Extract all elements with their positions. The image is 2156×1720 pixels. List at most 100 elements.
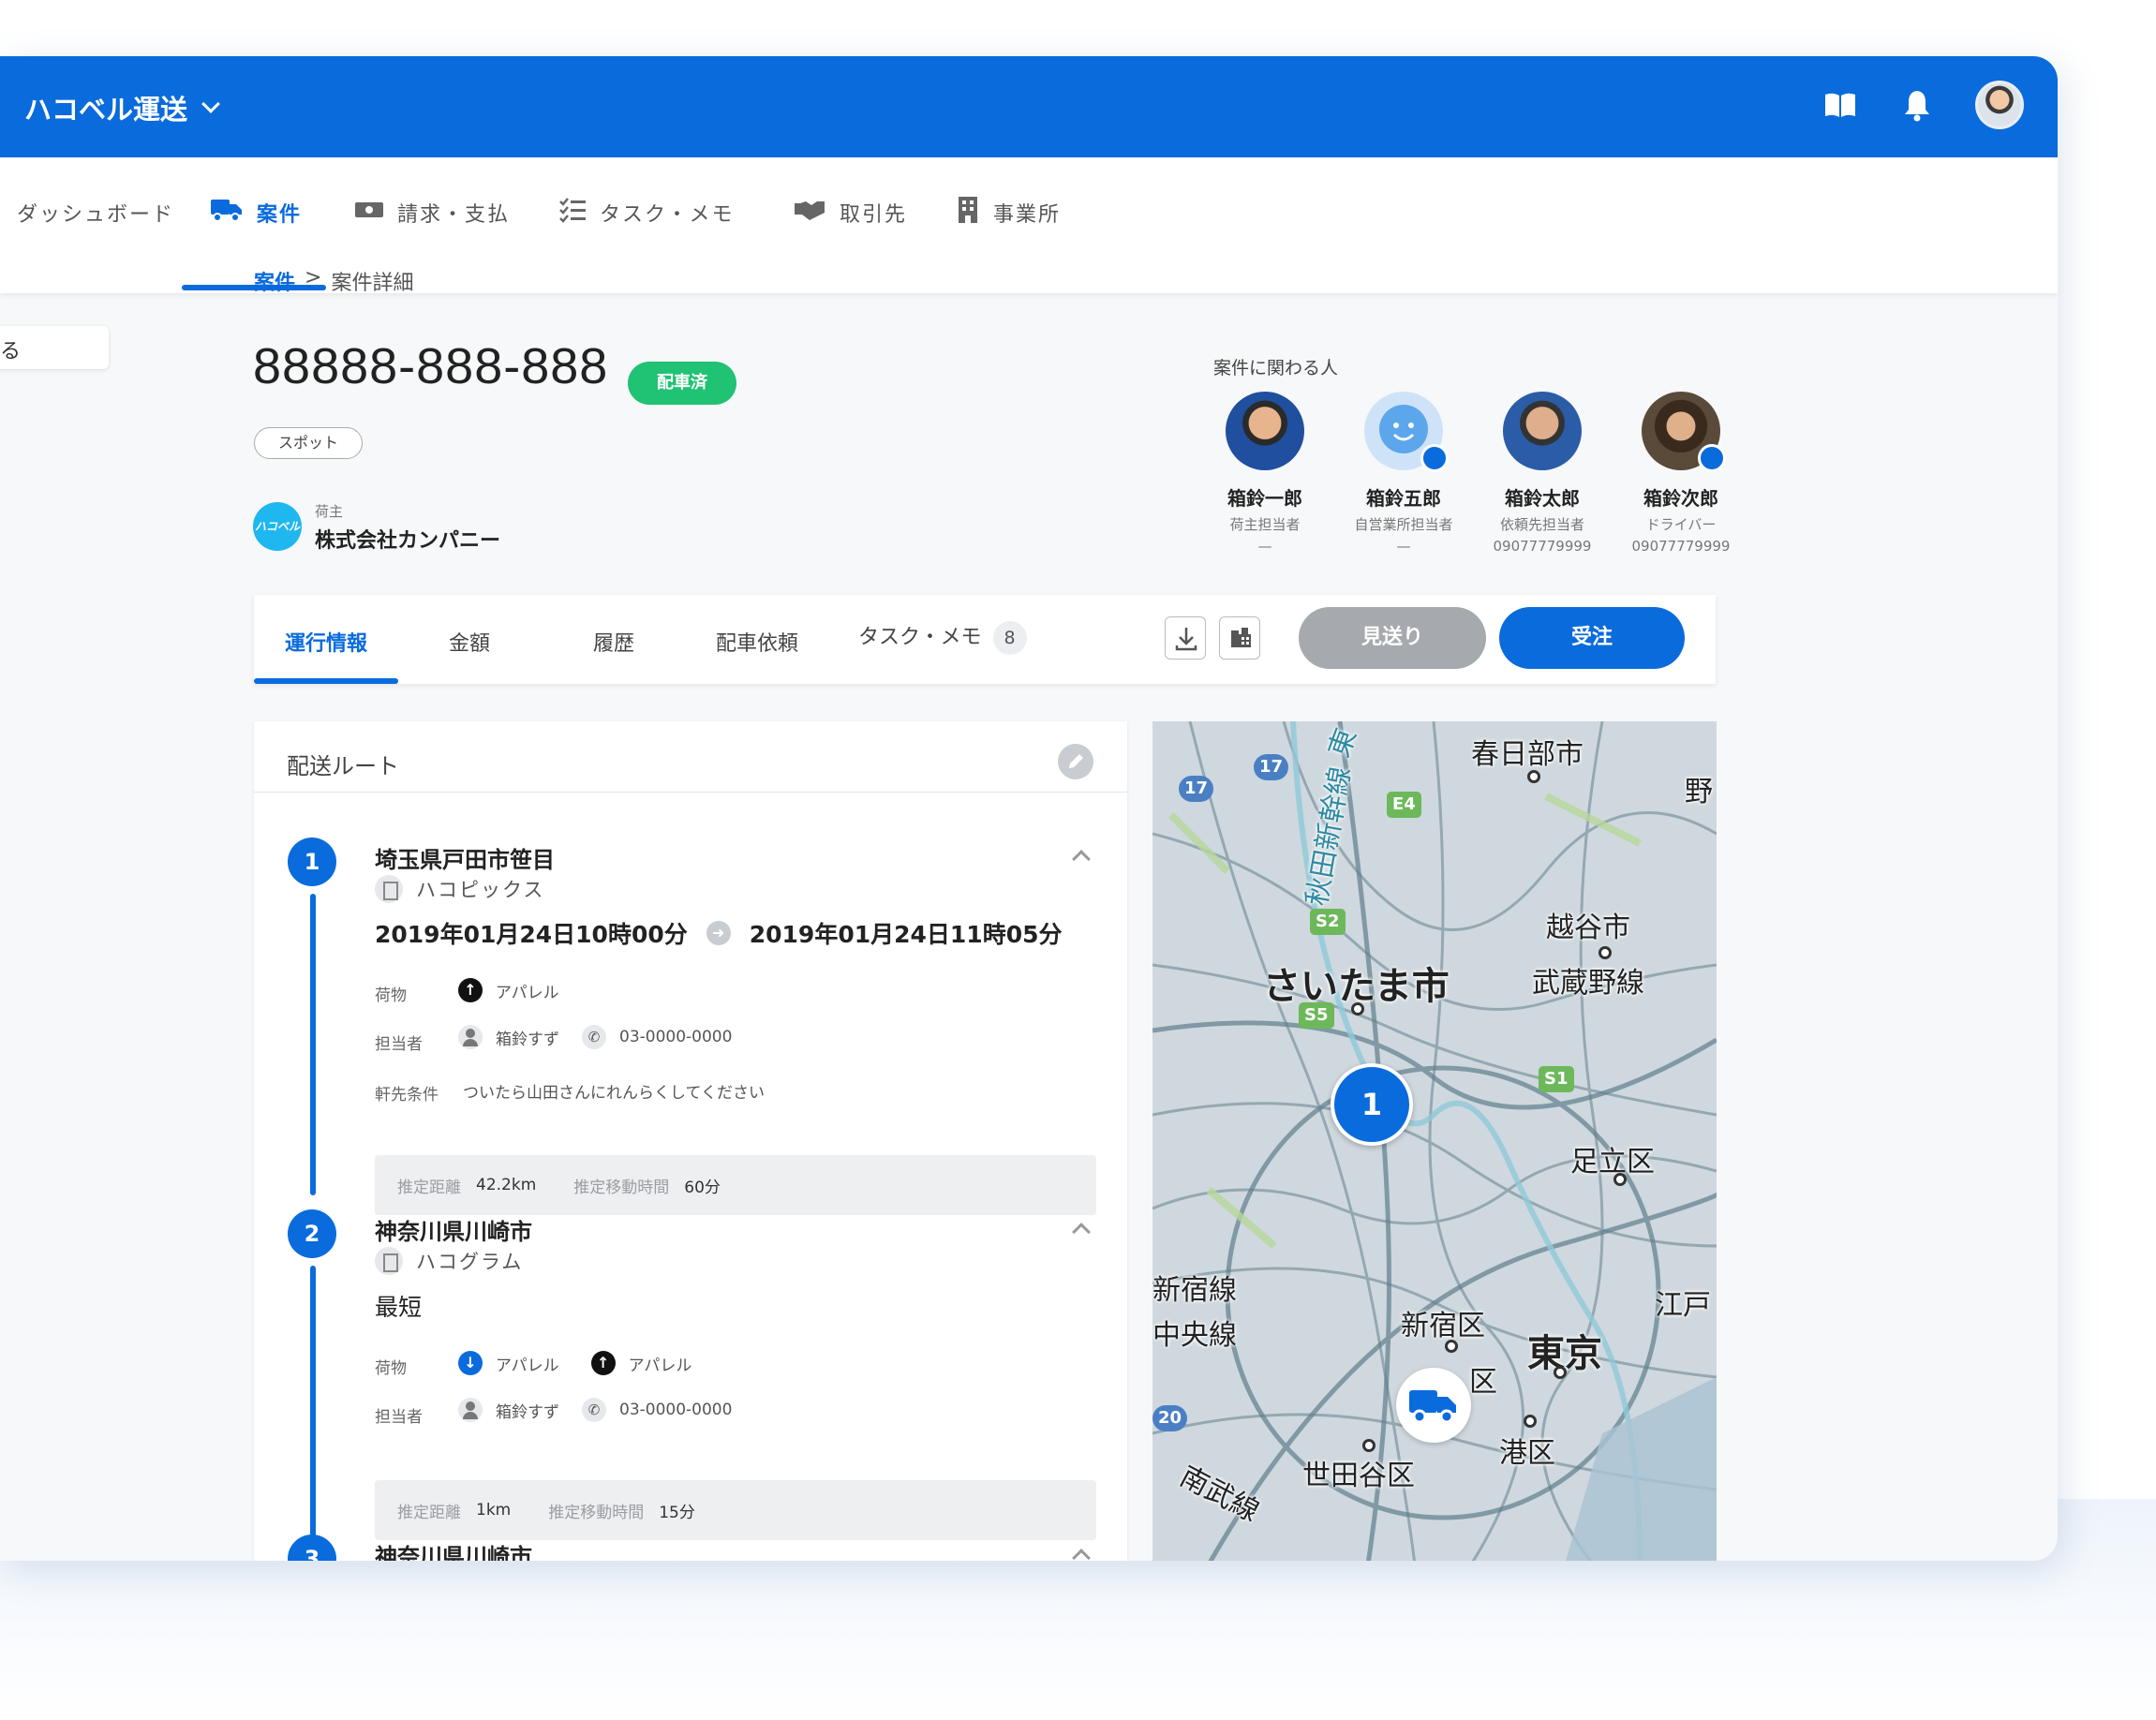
- duration-value: 15分: [659, 1503, 695, 1522]
- arrow-up-icon: ↑: [590, 1351, 616, 1375]
- stop-number-2: 2: [288, 1209, 336, 1258]
- person-name: 箱鈴太郎: [1505, 487, 1580, 510]
- route-shield: 17: [1179, 776, 1214, 802]
- person-role: ドライバー: [1645, 516, 1717, 533]
- person-shipper-staff[interactable]: 箱鈴一郎 荷主担当者 —: [1190, 392, 1340, 555]
- top-bar: ハコベル運送: [0, 56, 2058, 157]
- shipper-name[interactable]: 株式会社カンパニー: [315, 524, 500, 554]
- person-role: 依頼先担当者: [1499, 516, 1584, 533]
- distance-summary: 推定距離 42.2km 推定移動時間 60分: [375, 1155, 1096, 1215]
- stop-connector-line: [310, 1266, 316, 1541]
- company-name: ハコベル運送: [24, 94, 188, 126]
- accept-order-button[interactable]: 受注: [1499, 607, 1685, 669]
- download-icon: [1175, 628, 1197, 651]
- nav-offices[interactable]: 事業所: [956, 189, 1061, 236]
- staff-tel[interactable]: 03-0000-0000: [619, 1401, 732, 1419]
- shipper-logo: ハコベル: [253, 502, 302, 551]
- staff-label: 担当者: [375, 1408, 423, 1427]
- breadcrumb: 案件 > 案件詳細: [254, 266, 413, 296]
- route-shield: S2: [1310, 909, 1346, 935]
- bell-icon[interactable]: [1898, 86, 1936, 124]
- stop-company-name: ハコグラム: [416, 1251, 524, 1273]
- user-avatar[interactable]: [1975, 81, 2024, 129]
- distance-label: 推定距離: [397, 1178, 461, 1197]
- truck-icon: [210, 197, 244, 229]
- map-city-dot: [1527, 770, 1540, 783]
- breadcrumb-cases-link[interactable]: 案件: [254, 266, 295, 296]
- book-icon[interactable]: [1821, 86, 1859, 124]
- person-icon: [458, 1398, 483, 1422]
- tab-dispatch-request[interactable]: 配車依頼: [716, 627, 798, 657]
- tab-amount[interactable]: 金額: [449, 627, 490, 657]
- stop-connector-line: [310, 894, 316, 1195]
- nav-tasks[interactable]: タスク・メモ: [558, 189, 735, 236]
- truck-icon: [1409, 1390, 1456, 1424]
- staff-name: 箱鈴すず: [496, 1402, 559, 1422]
- cargo-list: ↑ アパレル: [458, 978, 559, 1002]
- phone-icon: ✆: [582, 1025, 606, 1049]
- nav-tasks-label: タスク・メモ: [600, 203, 735, 227]
- nav-dashboard[interactable]: ダッシュボード: [17, 189, 174, 236]
- person-avatar: [1226, 392, 1304, 470]
- status-badge: 配車済: [628, 362, 736, 405]
- stop-time-text: 最短: [375, 1294, 423, 1321]
- nav-billing-label: 請求・支払: [397, 203, 511, 227]
- nav-partners[interactable]: 取引先: [793, 189, 907, 236]
- staff-tel[interactable]: 03-0000-0000: [619, 1028, 732, 1046]
- tab-tasks-memos[interactable]: タスク・メモ 8: [858, 620, 1027, 655]
- money-icon: [354, 199, 384, 227]
- person-avatar: [1503, 392, 1582, 470]
- arrow-down-icon: ↓: [458, 1351, 483, 1375]
- download-button[interactable]: [1165, 616, 1206, 660]
- pencil-icon[interactable]: [1698, 444, 1726, 472]
- time-from: 2019年01月24日10時00分: [375, 921, 688, 948]
- skip-button[interactable]: 見送り: [1299, 607, 1486, 669]
- pencil-icon: [1069, 754, 1083, 768]
- person-tel: 09077779999: [1631, 538, 1731, 555]
- map-label: 江戸: [1655, 1289, 1711, 1322]
- fax-button[interactable]: [1219, 616, 1260, 660]
- nav-billing[interactable]: 請求・支払: [354, 189, 510, 236]
- chevron-up-icon[interactable]: [1072, 850, 1091, 868]
- map-label: 世田谷区: [1302, 1460, 1415, 1492]
- cargo-list: ↓ アパレル ↑ アパレル: [458, 1351, 691, 1375]
- duration-value: 60分: [684, 1178, 721, 1197]
- tab-operation-info[interactable]: 運行情報: [285, 627, 367, 657]
- breadcrumb-current: 案件詳細: [331, 272, 414, 295]
- duration-label: 推定移動時間: [573, 1178, 670, 1197]
- building-icon: [375, 1247, 403, 1275]
- stop-time-window: 2019年01月24日10時00分 ➜ 2019年01月24日11時05分: [375, 916, 1063, 950]
- route-title: 配送ルート: [287, 753, 399, 779]
- map-truck-marker[interactable]: [1396, 1368, 1471, 1443]
- staff-label: 担当者: [375, 1035, 423, 1054]
- nav-cases[interactable]: 案件: [210, 189, 302, 236]
- person-name: 箱鈴一郎: [1227, 487, 1302, 510]
- map-label: 新宿区: [1401, 1310, 1485, 1342]
- person-avatar: [1364, 392, 1449, 472]
- route-panel: 配送ルート 1 埼玉県戸田市笹目 ハコピックス 2019年01月24日10時00…: [254, 721, 1127, 1561]
- route-shield: S1: [1539, 1066, 1574, 1092]
- person-tel: —: [1257, 538, 1272, 555]
- person-driver[interactable]: 箱鈴次郎 ドライバー 09077779999: [1606, 392, 1756, 555]
- person-office-staff[interactable]: 箱鈴五郎 自営業所担当者 —: [1329, 392, 1479, 555]
- route-edit-button[interactable]: [1058, 744, 1093, 779]
- nav-offices-label: 事業所: [993, 203, 1062, 227]
- nav-cases-label: 案件: [257, 203, 303, 227]
- route-map[interactable]: 春日部市 越谷市 武蔵野線 さいたま市 足立区 新宿線 中央線 新宿区 東京 区…: [1152, 721, 1717, 1561]
- cargo-label: 荷物: [375, 986, 407, 1005]
- back-button[interactable]: る: [0, 326, 109, 369]
- company-switcher[interactable]: ハコベル運送: [24, 88, 220, 127]
- pencil-icon[interactable]: [1420, 444, 1449, 472]
- note-label: 軒先条件: [375, 1086, 439, 1105]
- chevron-up-icon[interactable]: [1072, 1223, 1091, 1241]
- map-stop-pin[interactable]: 1: [1331, 1063, 1413, 1146]
- checklist-icon: [558, 197, 587, 229]
- note-value: ついたら山田さんにれんらくしてください: [463, 1084, 765, 1103]
- person-avatar: [1642, 392, 1726, 472]
- chevron-up-icon[interactable]: [1072, 1549, 1091, 1561]
- fax-icon: [1231, 628, 1251, 647]
- tab-history[interactable]: 履歴: [593, 627, 634, 657]
- stop-address: 神奈川県川崎市: [375, 1219, 532, 1245]
- person-role: 自営業所担当者: [1354, 516, 1453, 533]
- person-client-staff[interactable]: 箱鈴太郎 依頼先担当者 09077779999: [1467, 392, 1617, 555]
